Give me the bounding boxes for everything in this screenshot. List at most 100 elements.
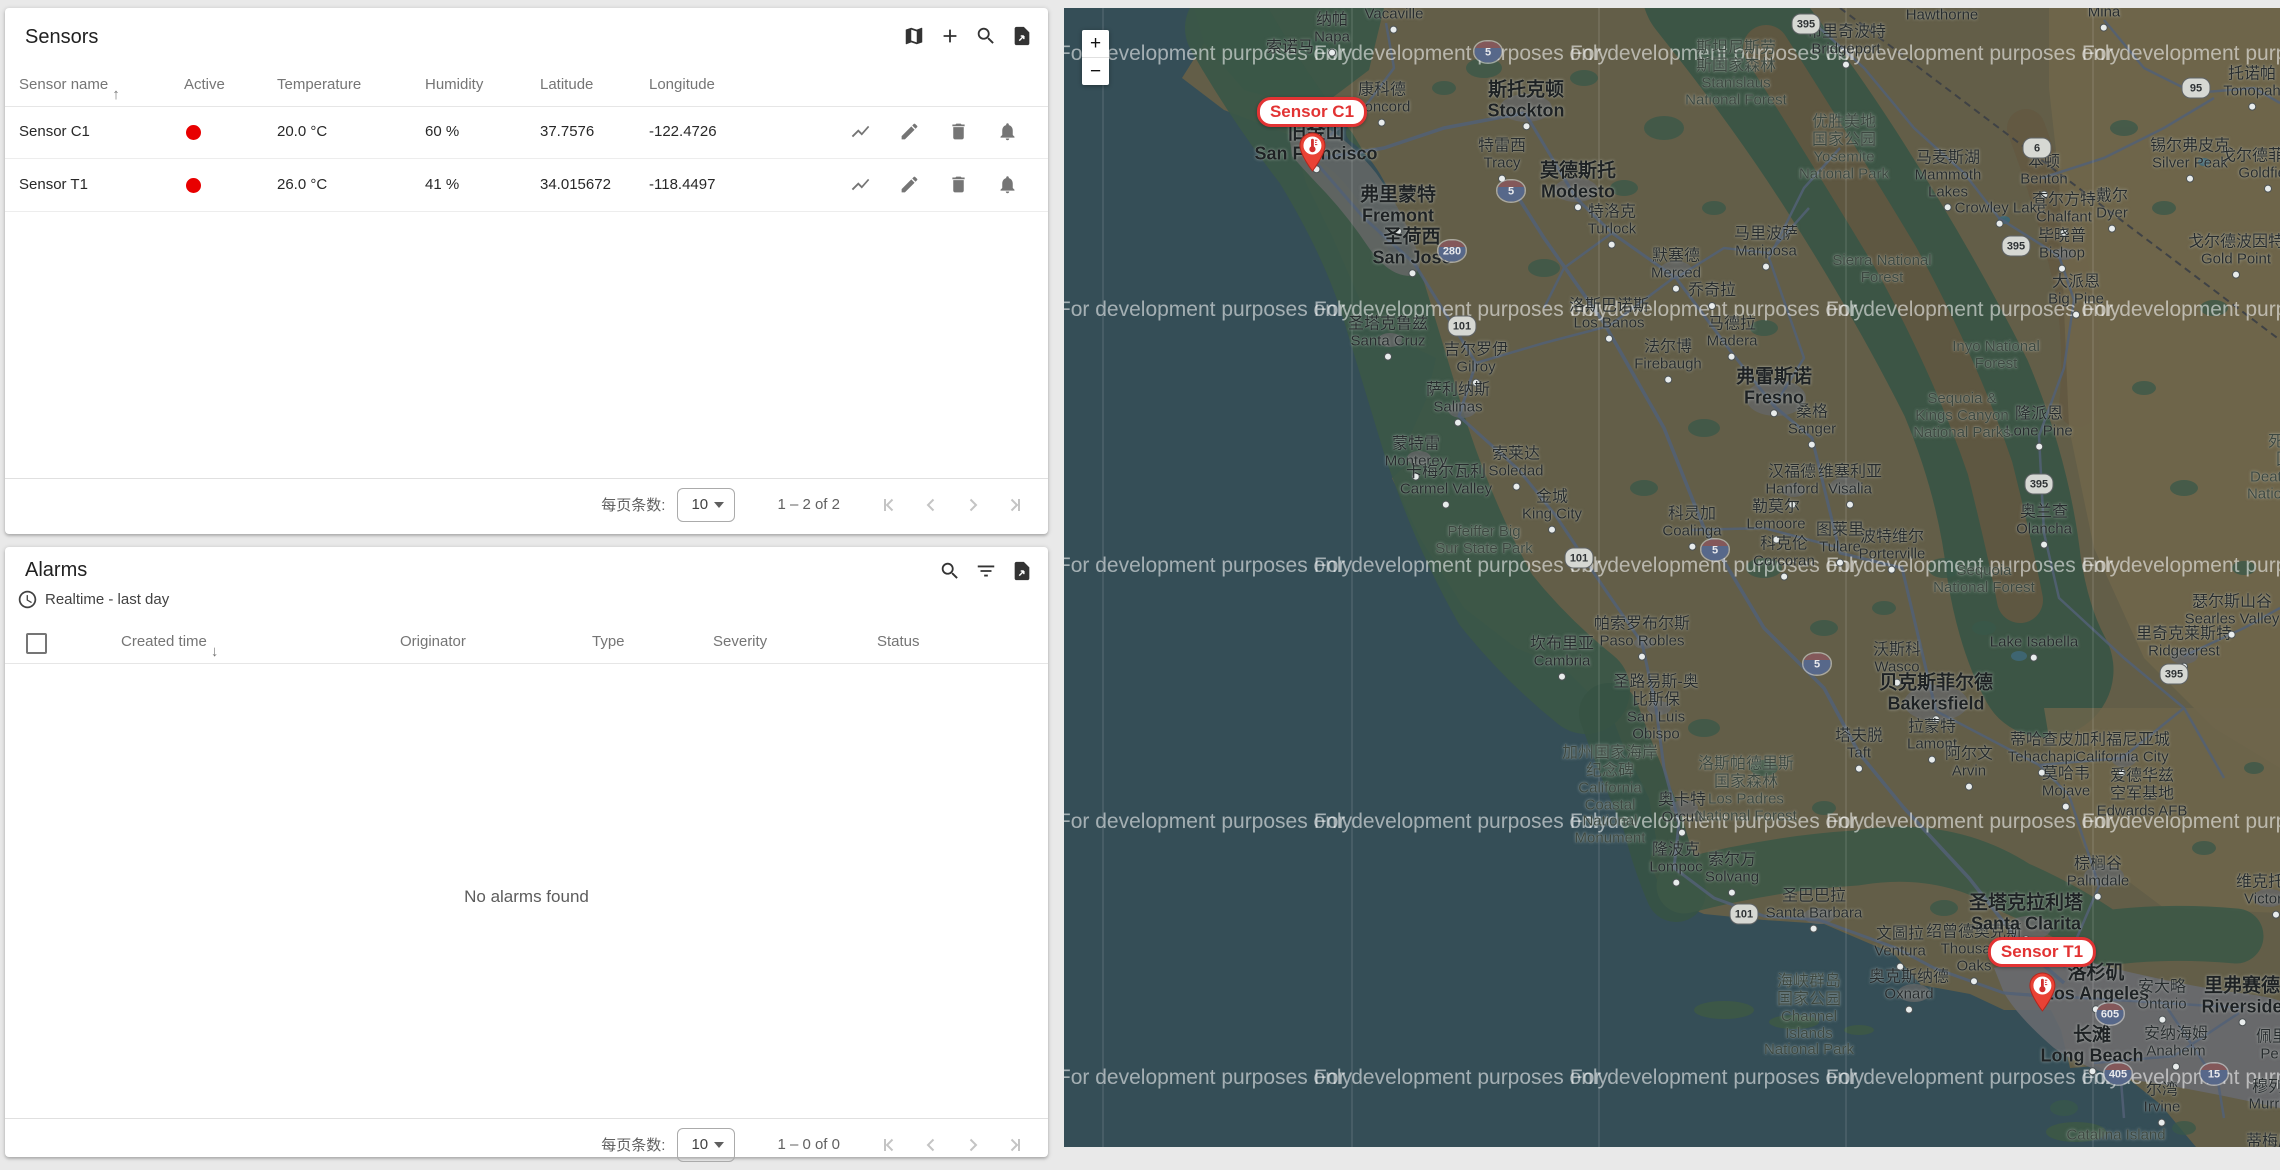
table-row[interactable]: Sensor T1 26.0 °C 41 % 34.015672 -118.44… [5,159,1048,212]
last-page-icon[interactable] [1002,492,1028,518]
city-dot [2035,442,2043,450]
search-icon[interactable] [936,557,964,585]
highway-shield: 101 [1565,548,1594,569]
city-dot [1605,334,1613,342]
column-header[interactable]: Type [592,633,625,650]
column-header[interactable]: Created time↓ [121,633,207,650]
map-label: 桑格Sanger [1788,404,1836,449]
city-dot [2158,1118,2166,1126]
map-label: 里弗赛德Riverside [2201,975,2280,1026]
delete-icon[interactable] [948,121,969,142]
delete-icon[interactable] [948,174,969,195]
map-label: 吉尔罗伊Gilroy [1444,342,1508,387]
no-alarms-text: No alarms found [5,887,1048,907]
map-label: 纳帕Napa [1314,12,1350,57]
next-page-icon[interactable] [960,492,986,518]
map-label: 卡梅尔瓦利Carmel Valley [1400,464,1492,509]
map-label: 洛斯巴诺斯Los Banos [1569,298,1649,343]
sensor-name: Sensor C1 [19,123,90,140]
page-size-select[interactable]: 10 [677,488,735,522]
filter-icon[interactable] [972,557,1000,585]
timewindow-button[interactable]: Realtime - last day [17,589,169,610]
map-label: 萨利纳斯Salinas [1426,382,1490,427]
column-header[interactable]: Sensor name↑ [19,76,108,93]
bell-icon[interactable] [997,174,1018,195]
sensor-temperature: 26.0 °C [277,176,327,193]
column-header[interactable]: Longitude [649,76,715,93]
map-label: 乔奇拉 [1688,282,1736,310]
sensors-table-body: Sensor C1 20.0 °C 60 % 37.7576 -122.4726… [5,106,1048,212]
map-icon[interactable] [900,22,928,50]
alarms-pagination: 每页条数: 10 1 – 0 of 0 [5,1118,1048,1170]
map-label: 尔湾Irvine [2144,1082,2181,1127]
page-size-select[interactable]: 10 [677,1128,735,1162]
timeseries-icon[interactable] [850,121,871,142]
map-label: Hawthorne [1906,8,1979,24]
add-icon[interactable] [936,22,964,50]
city-dot [1390,25,1398,33]
map-zoom-control: + − [1082,30,1109,85]
timewindow-label: Realtime - last day [45,591,169,608]
column-header[interactable]: Originator [400,633,466,650]
zoom-in-button[interactable]: + [1082,30,1109,58]
first-page-icon[interactable] [876,492,902,518]
first-page-icon[interactable] [876,1132,902,1158]
column-header[interactable]: Temperature [277,76,361,93]
map-label: 佩里斯Perris [2256,1029,2280,1064]
city-dot [2186,174,2194,182]
map-pin-icon [2028,972,2055,1012]
city-dot [2062,802,2070,810]
city-dot [1780,572,1788,580]
map-label: Mina [2088,8,2121,31]
city-dot [1378,118,1386,126]
select-all-checkbox[interactable] [26,633,47,654]
map-label: 瑟尔斯山谷Searles Valley [2185,594,2280,639]
prev-page-icon[interactable] [918,492,944,518]
city-dot [1638,652,1646,660]
marker-label[interactable]: Sensor C1 [1257,97,1367,127]
map-label: 马德拉Madera [1707,316,1758,361]
map-label: 波特维尔Porterville [1859,529,1926,574]
sensor-marker[interactable]: Sensor T1 [1988,937,2096,1012]
marker-label[interactable]: Sensor T1 [1988,937,2096,967]
timeseries-icon[interactable] [850,174,871,195]
city-dot [1842,60,1850,68]
table-row[interactable]: Sensor C1 20.0 °C 60 % 37.7576 -122.4726 [5,106,1048,159]
city-dot [1522,123,1530,131]
city-dot [1512,482,1520,490]
export-icon[interactable] [1008,22,1036,50]
map-label: Pfeiffer BigSur State Park [1435,524,1533,558]
map-widget[interactable]: For development purposes onlyFor develop… [1064,8,2280,1147]
column-header[interactable]: Status [877,633,920,650]
last-page-icon[interactable] [1002,1132,1028,1158]
highway-shield: 405 [2105,1064,2132,1085]
sort-arrow-icon: ↓ [211,643,219,660]
zoom-out-button[interactable]: − [1082,58,1109,85]
map-label: 托诺帕Tonopah [2223,66,2280,111]
next-page-icon[interactable] [960,1132,986,1158]
sensor-marker[interactable]: Sensor C1 [1257,97,1367,172]
bell-icon[interactable] [997,121,1018,142]
edit-icon[interactable] [899,174,920,195]
pagination-nav [876,492,1028,518]
pagination-range: 1 – 0 of 0 [777,1136,840,1153]
highway-shield: 280 [1439,241,1466,262]
highway-shield: 5 [1475,42,1502,63]
export-icon[interactable] [1008,557,1036,585]
search-icon[interactable] [972,22,1000,50]
alarms-toolbar [936,557,1036,585]
map-label: 隆波克Lompoc [1649,842,1702,887]
column-header[interactable]: Severity [713,633,767,650]
city-dot [1888,565,1896,573]
column-header[interactable]: Latitude [540,76,593,93]
sort-arrow-icon: ↑ [112,86,120,103]
column-header[interactable]: Active [184,76,225,93]
column-header[interactable]: Humidity [425,76,483,93]
map-label: 安大略Ontario [2137,979,2186,1024]
map-label: 蒂梅库拉 [2246,1133,2280,1147]
sensor-humidity: 60 % [425,123,459,140]
highway-shield: 395 [2002,236,2031,257]
edit-icon[interactable] [899,121,920,142]
highway-shield: 5 [1804,654,1831,675]
prev-page-icon[interactable] [918,1132,944,1158]
